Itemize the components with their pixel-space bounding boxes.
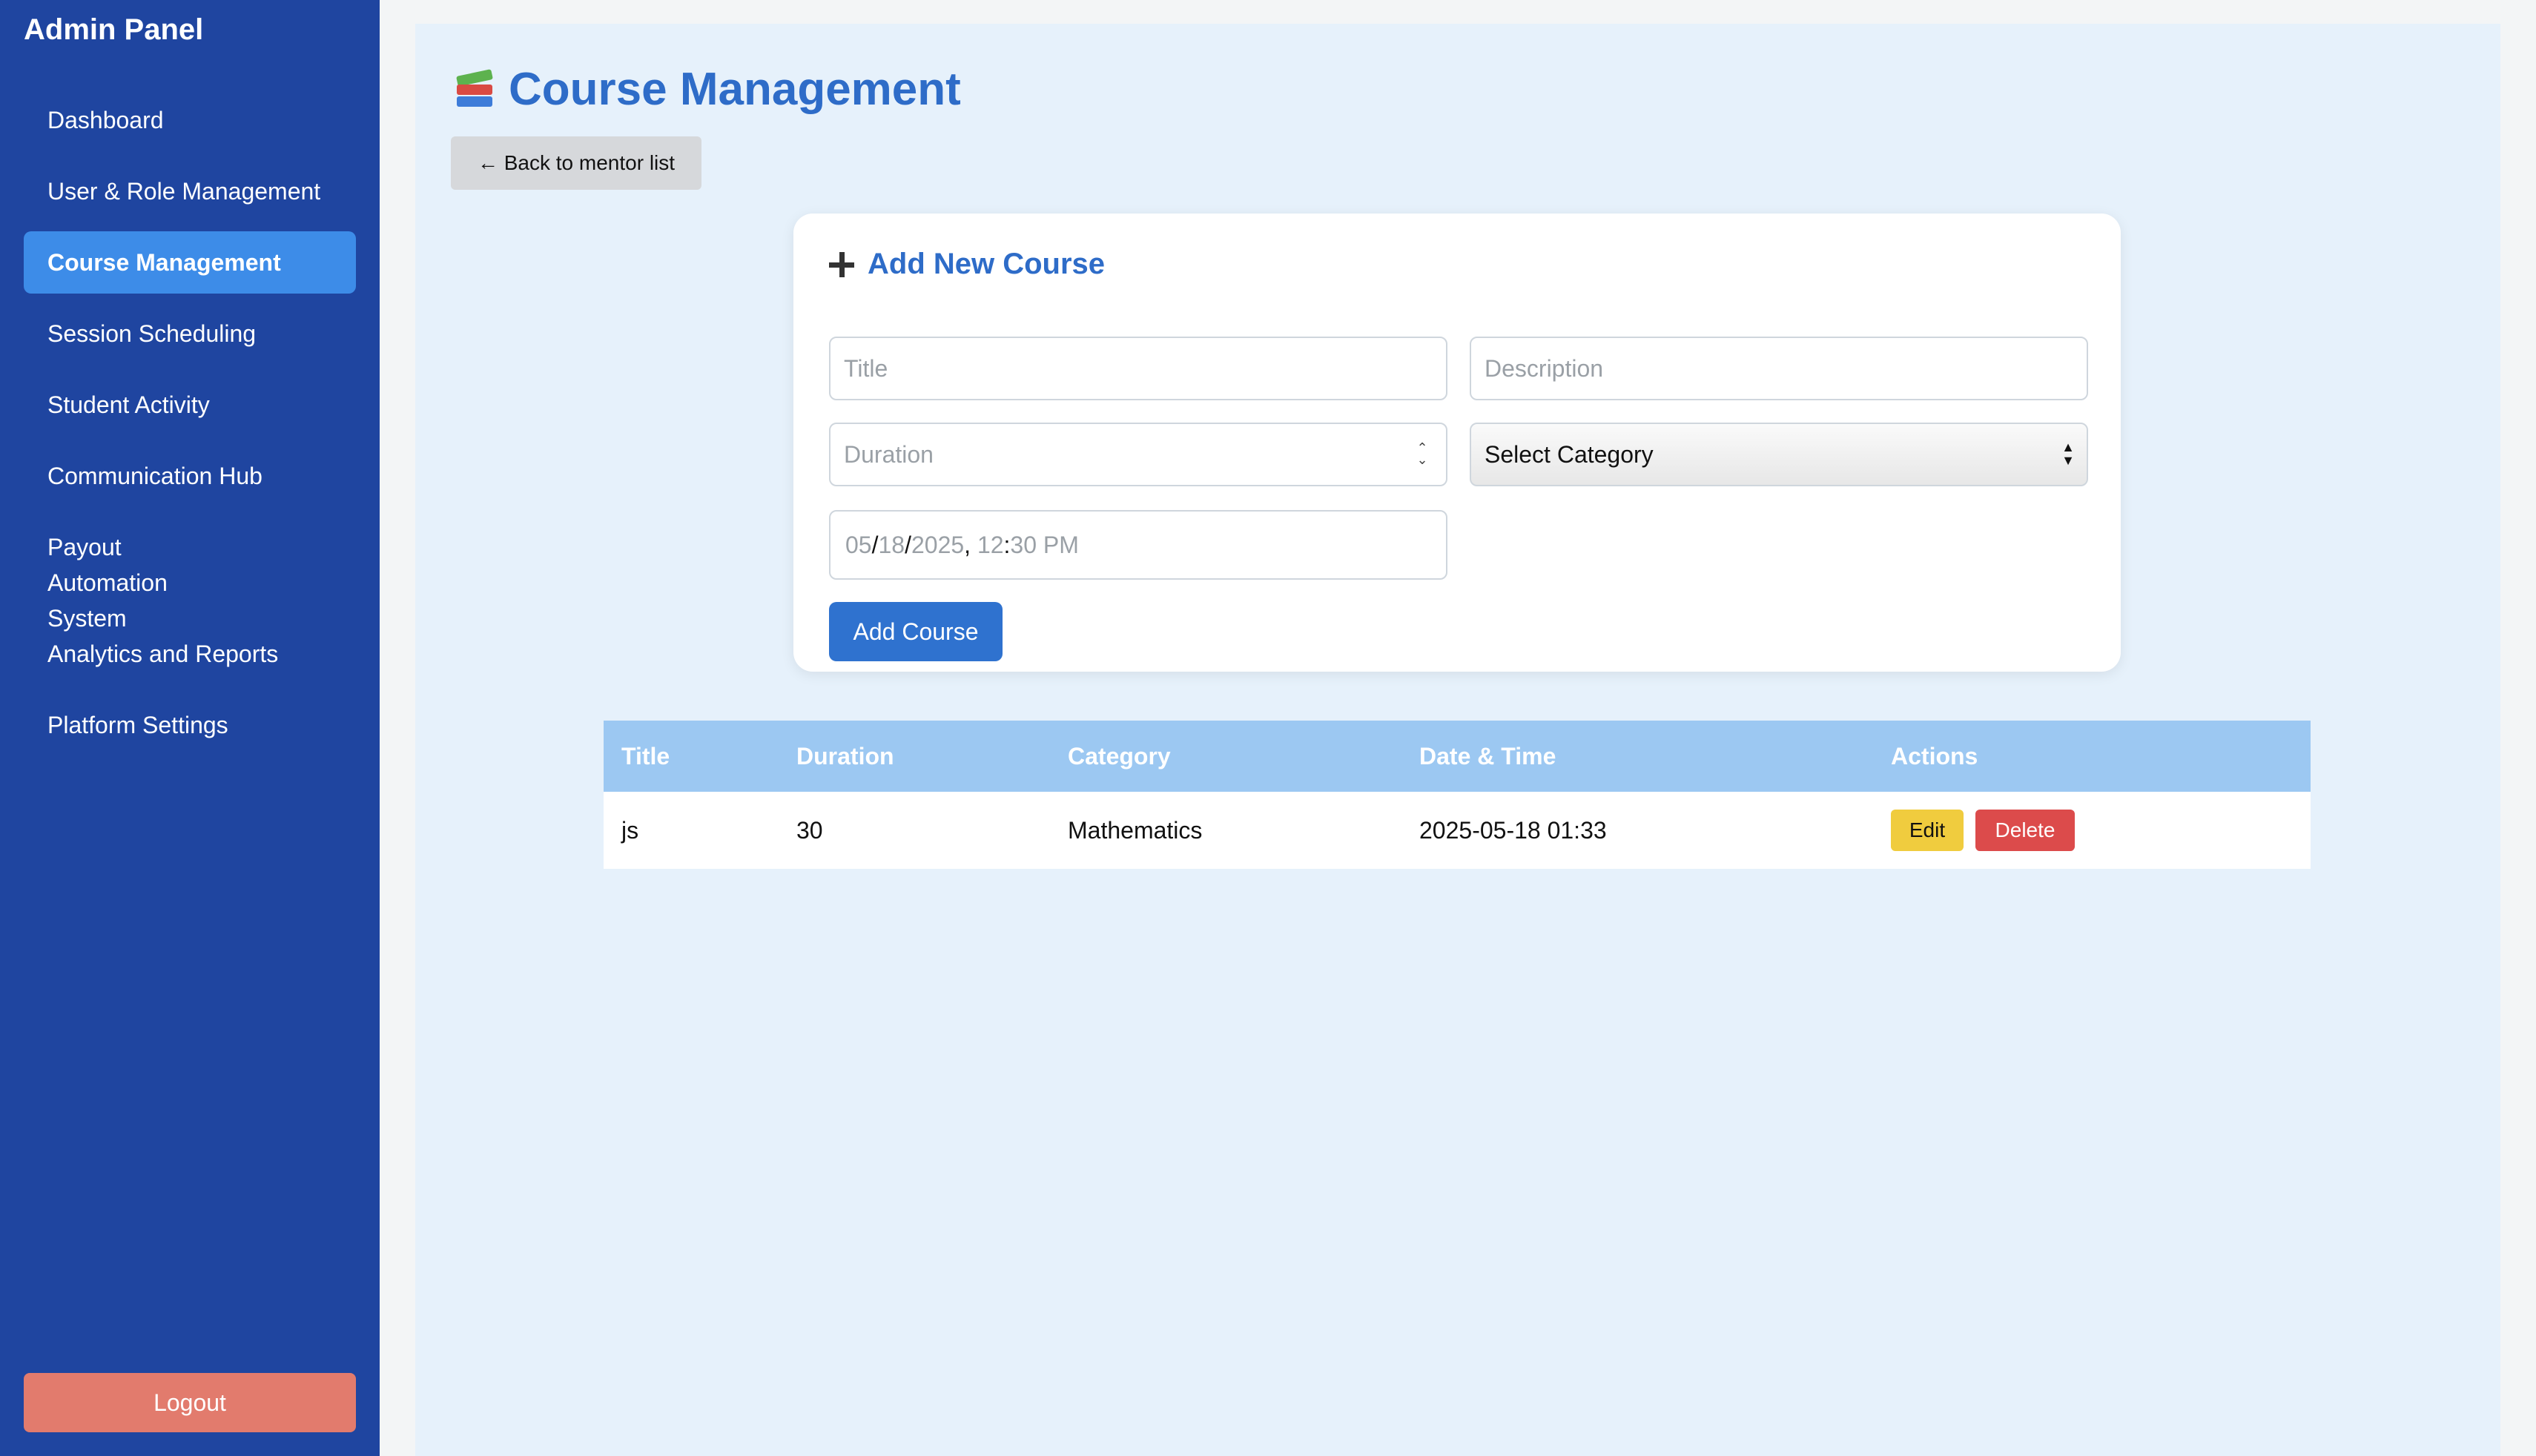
sidebar-item-analytics-and-reports[interactable]: Analytics and Reports <box>24 623 356 685</box>
sidebar-item-user-role-management[interactable]: User & Role Management <box>24 160 356 222</box>
page-title-text: Course Management <box>509 63 961 115</box>
cell-title: js <box>621 816 639 844</box>
category-select[interactable]: Select Category ▲ ▼ <box>1470 423 2088 486</box>
duration-input[interactable] <box>829 423 1447 486</box>
plus-icon <box>829 251 854 277</box>
cell-category: Mathematics <box>1068 816 1203 844</box>
header-duration: Duration <box>796 742 894 770</box>
sidebar-item-platform-settings[interactable]: Platform Settings <box>24 694 356 756</box>
datetime-input[interactable]: 05/18/2025, 12:30 PM <box>829 510 1447 580</box>
date-month: 05 <box>845 531 872 558</box>
sidebar-item-student-activity[interactable]: Student Activity <box>24 374 356 436</box>
page-title: Course Management <box>454 59 961 119</box>
main-content: Course Management ← Back to mentor list … <box>415 24 2500 1456</box>
table-row: js 30 Mathematics 2025-05-18 01:33 Edit … <box>604 792 2311 869</box>
form-title: Add New Course <box>829 248 1105 281</box>
add-course-button[interactable]: Add Course <box>829 602 1003 661</box>
books-icon <box>454 68 495 110</box>
date-day: 18 <box>878 531 905 558</box>
sidebar-title: Admin Panel <box>24 13 204 46</box>
header-actions: Actions <box>1891 742 1978 770</box>
sidebar-item-session-scheduling[interactable]: Session Scheduling <box>24 302 356 365</box>
date-year: 2025 <box>911 531 965 558</box>
header-date-time: Date & Time <box>1419 742 1556 770</box>
sidebar-item-communication-hub[interactable]: Communication Hub <box>24 445 356 507</box>
edit-button[interactable]: Edit <box>1891 810 1964 851</box>
form-title-text: Add New Course <box>868 248 1106 280</box>
sidebar: Admin Panel Dashboard User & Role Manage… <box>0 0 380 1456</box>
time-minute: 30 <box>1010 531 1037 558</box>
select-arrows-icon: ▲ ▼ <box>2061 440 2075 468</box>
time-hour: 12 <box>977 531 1004 558</box>
description-input[interactable] <box>1470 337 2088 400</box>
back-to-mentor-list-button[interactable]: ← Back to mentor list <box>451 136 701 190</box>
table-header: Title Duration Category Date & Time Acti… <box>604 721 2311 792</box>
title-input[interactable] <box>829 337 1447 400</box>
logout-button[interactable]: Logout <box>24 1373 356 1432</box>
course-table: Title Duration Category Date & Time Acti… <box>604 721 2311 869</box>
cell-date-time: 2025-05-18 01:33 <box>1419 816 1607 844</box>
add-course-form: Add New Course ⌃⌄ Select Category ▲▼ 05/… <box>793 214 2121 672</box>
stepper-icon[interactable]: ⌃ ⌄ <box>1415 441 1430 466</box>
category-select-value: Select Category <box>1485 440 1654 468</box>
app: Admin Panel Dashboard User & Role Manage… <box>0 0 2536 1456</box>
header-title: Title <box>621 742 670 770</box>
header-category: Category <box>1068 742 1171 770</box>
time-period: PM <box>1043 531 1079 558</box>
cell-duration: 30 <box>796 816 823 844</box>
sidebar-item-course-management[interactable]: Course Management <box>24 231 356 294</box>
sidebar-item-dashboard[interactable]: Dashboard <box>24 89 356 151</box>
delete-button[interactable]: Delete <box>1975 810 2075 851</box>
